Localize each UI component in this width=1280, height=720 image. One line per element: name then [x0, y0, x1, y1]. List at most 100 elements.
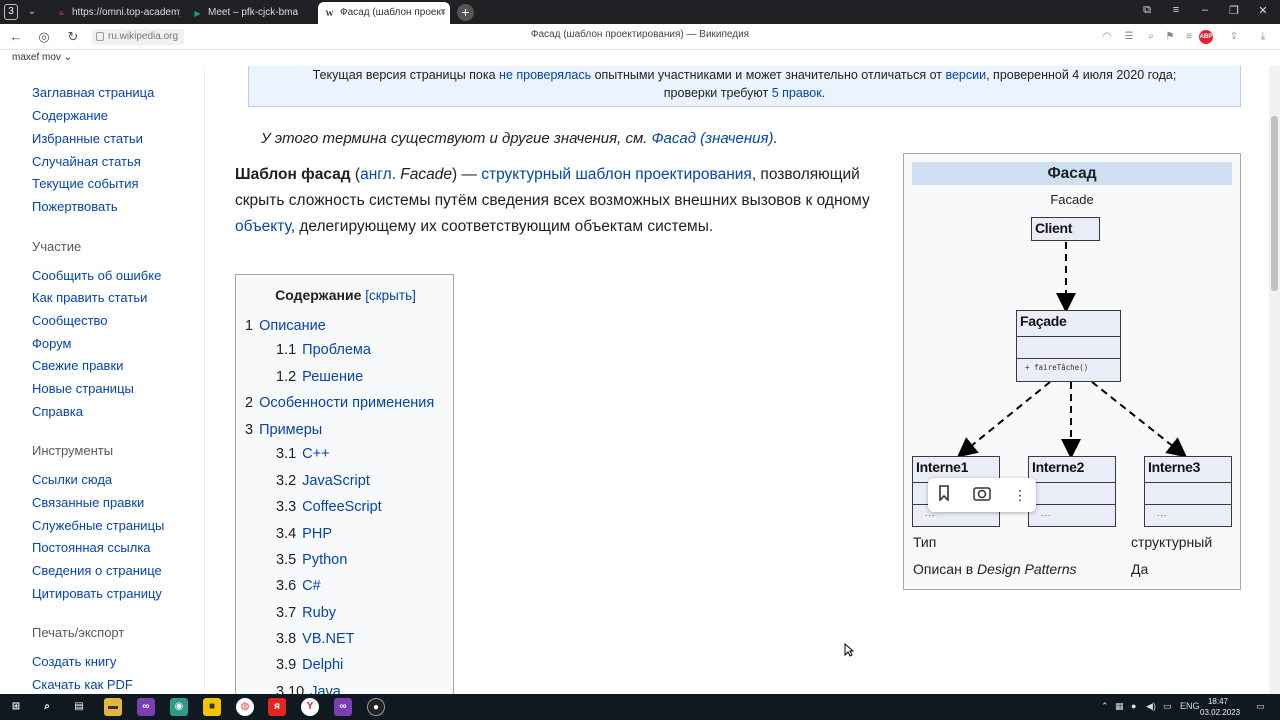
toc-item[interactable]: 3.5 Python: [276, 552, 347, 568]
url-field[interactable]: ru.wikipedia.org: [92, 29, 185, 45]
share-icon[interactable]: ⇪: [1227, 30, 1241, 44]
hatnote: У этого термина существуют и другие знач…: [261, 130, 778, 147]
network-icon[interactable]: ▦: [1115, 701, 1124, 712]
toc-item[interactable]: 3.4 PHP: [276, 526, 332, 542]
tab-wikipedia[interactable]: W Фасад (шаблон проект ×: [318, 2, 450, 24]
uml-separator: [1029, 482, 1115, 483]
toc-item[interactable]: 2 Особенности применения: [245, 395, 434, 411]
sidebar-item-recent-changes[interactable]: Свежие правки: [32, 358, 123, 373]
notice-link-unreviewed[interactable]: не проверялась: [499, 68, 591, 82]
tab-meet[interactable]: ▶ Meet – pfk-cjck-bma: [186, 2, 314, 24]
sidebar-item-contents[interactable]: Содержание: [32, 108, 108, 123]
page-scrollbar[interactable]: [1269, 66, 1280, 694]
new-tab-button[interactable]: +: [457, 4, 474, 21]
object-link[interactable]: объекту: [235, 218, 291, 235]
toc-item[interactable]: 3.6 C#: [276, 578, 321, 594]
store-icon[interactable]: ■: [203, 698, 221, 716]
sidebar-item-cite[interactable]: Цитировать страницу: [32, 586, 162, 601]
hatnote-link[interactable]: Фасад (значения): [652, 130, 774, 147]
clock[interactable]: 18:47 03.02.2023: [1200, 696, 1240, 718]
sidebar-item-related-changes[interactable]: Связанные правки: [32, 495, 144, 510]
reader-mode-icon[interactable]: ☰: [1122, 30, 1136, 44]
toc-item[interactable]: 3.3 CoffeeScript: [276, 499, 382, 515]
yandex-icon[interactable]: я: [268, 698, 286, 716]
sidebar-item-report-error[interactable]: Сообщить об ошибке: [32, 268, 161, 283]
notice-link-edits[interactable]: 5 правок: [772, 86, 822, 100]
scrollbar-thumb[interactable]: [1271, 116, 1278, 291]
sidebar-item-permalink[interactable]: Постоянная ссылка: [32, 540, 151, 555]
sidebar-item-create-book[interactable]: Создать книгу: [32, 654, 116, 669]
toc-item[interactable]: 1.2 Решение: [276, 369, 363, 385]
reload-button[interactable]: ↻: [64, 28, 82, 46]
sidebar-item-new-pages[interactable]: Новые страницы: [32, 381, 134, 396]
minimize-icon[interactable]: –: [1195, 4, 1215, 16]
lead-english-term: Facade: [400, 166, 452, 183]
chrome-icon[interactable]: ◍: [236, 698, 254, 716]
back-button[interactable]: ←: [7, 28, 25, 46]
uml-separator: [1145, 504, 1231, 505]
sidebar-item-random[interactable]: Случайная статья: [32, 154, 141, 169]
chevron-down-icon[interactable]: ⌄: [24, 4, 40, 20]
toc-item[interactable]: 3.1 C++: [276, 446, 330, 462]
app-icon[interactable]: ◉: [170, 698, 188, 716]
toc-item[interactable]: 3 Примеры: [245, 422, 322, 438]
sidebar-item-help[interactable]: Справка: [32, 404, 83, 419]
sidebar-group-title: Участие: [32, 239, 82, 254]
yandex-browser-icon[interactable]: Y: [301, 698, 319, 716]
more-options-icon[interactable]: ⋮: [1010, 485, 1030, 505]
bookmark-icon[interactable]: ⚑: [1163, 30, 1177, 44]
extension-icon[interactable]: ≡: [1182, 30, 1196, 44]
menu-icon[interactable]: ≡: [1166, 4, 1186, 16]
sidebar-item-current-events[interactable]: Текущие события: [32, 176, 139, 191]
screenshot-icon[interactable]: [972, 485, 992, 505]
sidebar-item-links-here[interactable]: Ссылки сюда: [32, 472, 112, 487]
design-patterns-link[interactable]: Design Patterns: [977, 561, 1077, 577]
bookmark-icon[interactable]: [934, 485, 954, 505]
translate-icon[interactable]: ⌕: [1144, 30, 1158, 44]
download-icon[interactable]: ⤓: [1256, 30, 1270, 44]
close-tab-icon[interactable]: ×: [440, 2, 446, 24]
toc-item[interactable]: 3.2 JavaScript: [276, 473, 370, 489]
toc-item[interactable]: 3.9 Delphi: [276, 657, 343, 673]
structural-pattern-link[interactable]: структурный шаблон проектирования: [481, 166, 752, 183]
lang-link[interactable]: англ.: [360, 166, 396, 183]
task-view-icon[interactable]: ▤: [70, 698, 88, 716]
headphones-icon[interactable]: ◠: [1100, 30, 1114, 44]
visual-studio-icon[interactable]: ∞: [137, 698, 155, 716]
obs-icon[interactable]: ●: [367, 698, 385, 716]
language-indicator[interactable]: ENG: [1180, 701, 1200, 711]
toc-item[interactable]: 1.1 Проблема: [276, 342, 371, 358]
sidebar-item-community[interactable]: Сообщество: [32, 313, 108, 328]
tray-expand-icon[interactable]: ⌃: [1101, 701, 1109, 712]
display-icon[interactable]: ▭: [1163, 701, 1172, 712]
uml-class-name: Interne3: [1148, 459, 1201, 475]
adblock-icon[interactable]: ABP: [1199, 30, 1213, 44]
microphone-icon[interactable]: ●: [1131, 701, 1136, 711]
search-icon[interactable]: ⌕: [38, 698, 56, 716]
notice-link-version[interactable]: версии: [945, 68, 986, 82]
toc-item[interactable]: 3.7 Ruby: [276, 605, 336, 621]
close-window-icon[interactable]: ✕: [1253, 4, 1273, 17]
sidebar-item-featured[interactable]: Избранные статьи: [32, 131, 143, 146]
tabs-list-icon[interactable]: ⧉: [1137, 4, 1157, 17]
sidebar-item-donate[interactable]: Пожертвовать: [32, 199, 118, 214]
tab-omni[interactable]: ≡ https://omni.top-academy: [50, 2, 180, 24]
sidebar-item-download-pdf[interactable]: Скачать как PDF: [32, 677, 133, 692]
toc-item[interactable]: 1 Описание: [245, 318, 326, 334]
sidebar-item-page-info[interactable]: Сведения о странице: [32, 563, 162, 578]
toc-hide-toggle[interactable]: [скрыть]: [365, 288, 416, 303]
toc-item[interactable]: 3.8 VB.NET: [276, 631, 355, 647]
windows-start-icon[interactable]: ⊞: [7, 698, 25, 716]
tab-count-badge[interactable]: 3: [4, 4, 18, 20]
visual-studio-icon[interactable]: ∞: [334, 698, 352, 716]
notifications-icon[interactable]: ▭: [1256, 701, 1265, 712]
sidebar-item-how-to-edit[interactable]: Как править статьи: [32, 290, 147, 305]
sidebar-item-special-pages[interactable]: Служебные страницы: [32, 518, 164, 533]
volume-icon[interactable]: ◀): [1146, 701, 1156, 712]
sidebar-item-main-page[interactable]: Заглавная страница: [32, 85, 154, 100]
file-explorer-icon[interactable]: ▬: [104, 698, 122, 716]
maximize-icon[interactable]: ❐: [1224, 4, 1244, 17]
sidebar-item-forum[interactable]: Форум: [32, 336, 72, 351]
yandex-services-icon[interactable]: ◎: [35, 28, 53, 46]
user-menu[interactable]: maxef mov ⌄: [12, 52, 72, 63]
